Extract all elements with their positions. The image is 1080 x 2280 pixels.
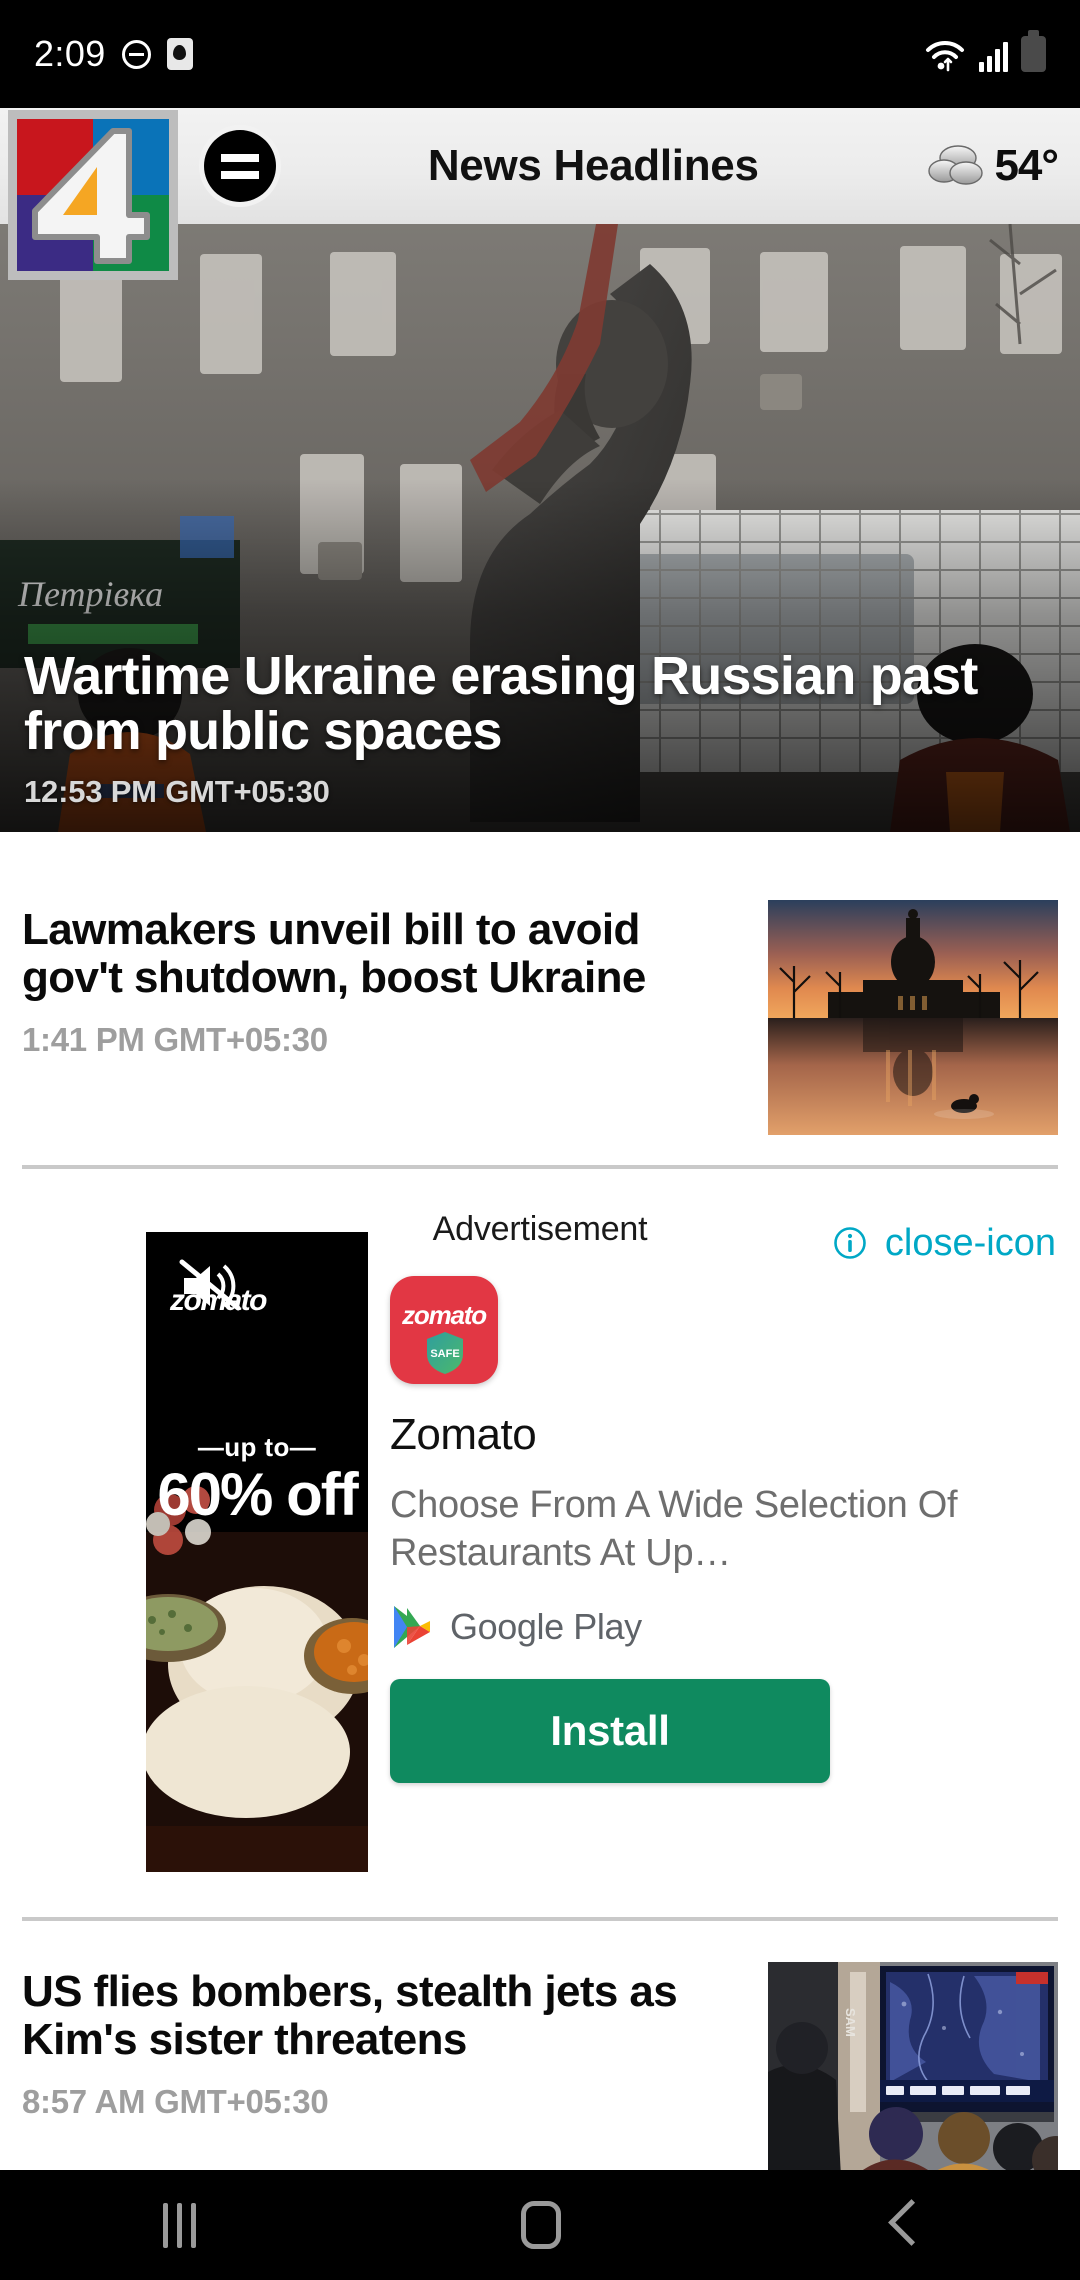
wifi-icon <box>924 40 966 72</box>
ad-app-icon-text: zomato <box>402 1300 487 1330</box>
home-icon[interactable] <box>521 2201 562 2249</box>
article-timestamp: 1:41 PM GMT+05:30 <box>22 1021 328 1059</box>
ad-promo-prefix: —up to— <box>197 1432 317 1462</box>
ad-choices-icon[interactable] <box>833 1226 867 1260</box>
android-nav-bar <box>0 2170 1080 2280</box>
article-thumbnail <box>768 900 1058 1135</box>
ad-install-button[interactable]: Install <box>390 1679 830 1783</box>
battery-icon <box>1021 30 1046 72</box>
ad-container[interactable]: zomato —up to— 60% off close-icon zomato <box>0 1224 1080 1872</box>
divider <box>22 1917 1058 1921</box>
ad-promo-block: —up to— 60% off <box>146 1432 368 1525</box>
station-logo[interactable] <box>8 110 178 280</box>
logo-number-4 <box>32 128 150 264</box>
article-timestamp: 8:57 AM GMT+05:30 <box>22 2083 329 2121</box>
svg-text:SAFE: SAFE <box>430 1348 459 1360</box>
status-bar-right <box>924 30 1046 72</box>
ad-details: close-icon zomato SAFE Zomato Choose Fro… <box>390 1224 1080 1872</box>
list-item[interactable]: US flies bombers, stealth jets as Kim's … <box>0 1962 1080 2197</box>
hero-article[interactable]: Петрівка <box>0 224 1080 832</box>
ad-app-name: Zomato <box>390 1410 537 1459</box>
article-thumbnail: SAM <box>768 1962 1058 2197</box>
article-headline: Lawmakers unveil bill to avoid gov't shu… <box>22 905 646 1002</box>
cloudy-icon <box>928 145 984 185</box>
hero-text-block: Wartime Ukraine erasing Russian past fro… <box>24 645 1056 810</box>
weather-temperature: 54° <box>994 141 1059 190</box>
do-not-disturb-icon <box>121 39 151 69</box>
ad-promo-value: 60% off <box>157 1461 358 1528</box>
ad-controls[interactable]: close-icon <box>833 1224 1056 1262</box>
status-bar: 2:09 <box>0 0 1080 108</box>
safe-shield-icon: SAFE <box>427 1332 463 1374</box>
divider <box>22 1165 1058 1169</box>
news-screen-crowd-image: SAM <box>768 1962 1058 2197</box>
ad-app-icon[interactable]: zomato SAFE <box>390 1276 498 1384</box>
ad-store-name: Google Play <box>450 1606 642 1647</box>
list-item[interactable]: Lawmakers unveil bill to avoid gov't shu… <box>0 900 1080 1135</box>
signal-icon <box>979 41 1008 72</box>
weather-widget[interactable]: 54° <box>926 141 1080 191</box>
alarm-icon <box>166 38 193 70</box>
article-headline: US flies bombers, stealth jets as Kim's … <box>22 1967 678 2064</box>
article-text-block: US flies bombers, stealth jets as Kim's … <box>22 1962 746 2197</box>
status-clock: 2:09 <box>34 33 106 74</box>
hamburger-menu-icon[interactable] <box>204 130 276 202</box>
phone-screen: 2:09 News Headlines 54° Wartime Ukraine … <box>0 0 1080 2280</box>
us-capitol-sunset-image <box>768 900 1058 1135</box>
ad-food-image <box>146 1232 368 1872</box>
muted-speaker-icon[interactable] <box>178 1258 242 1314</box>
page-title: News Headlines <box>427 141 759 190</box>
recents-icon[interactable] <box>162 2202 196 2248</box>
article-text-block: Lawmakers unveil bill to avoid gov't shu… <box>22 900 746 1135</box>
ad-video-creative[interactable]: zomato —up to— 60% off <box>146 1232 368 1872</box>
back-icon[interactable] <box>887 2202 917 2248</box>
svg-text:SAM: SAM <box>843 2008 858 2037</box>
google-play-icon <box>394 1606 430 1648</box>
status-bar-left: 2:09 <box>34 33 193 75</box>
hero-headline: Wartime Ukraine erasing Russian past fro… <box>24 645 978 762</box>
close-icon[interactable]: close-icon <box>885 1224 1056 1262</box>
station-logo-graphic <box>17 119 169 271</box>
ad-description: Choose From A Wide Selection Of Restaura… <box>390 1484 958 1574</box>
ad-store-row: Google Play <box>390 1603 1056 1651</box>
hero-timestamp: 12:53 PM GMT+05:30 <box>24 774 330 809</box>
